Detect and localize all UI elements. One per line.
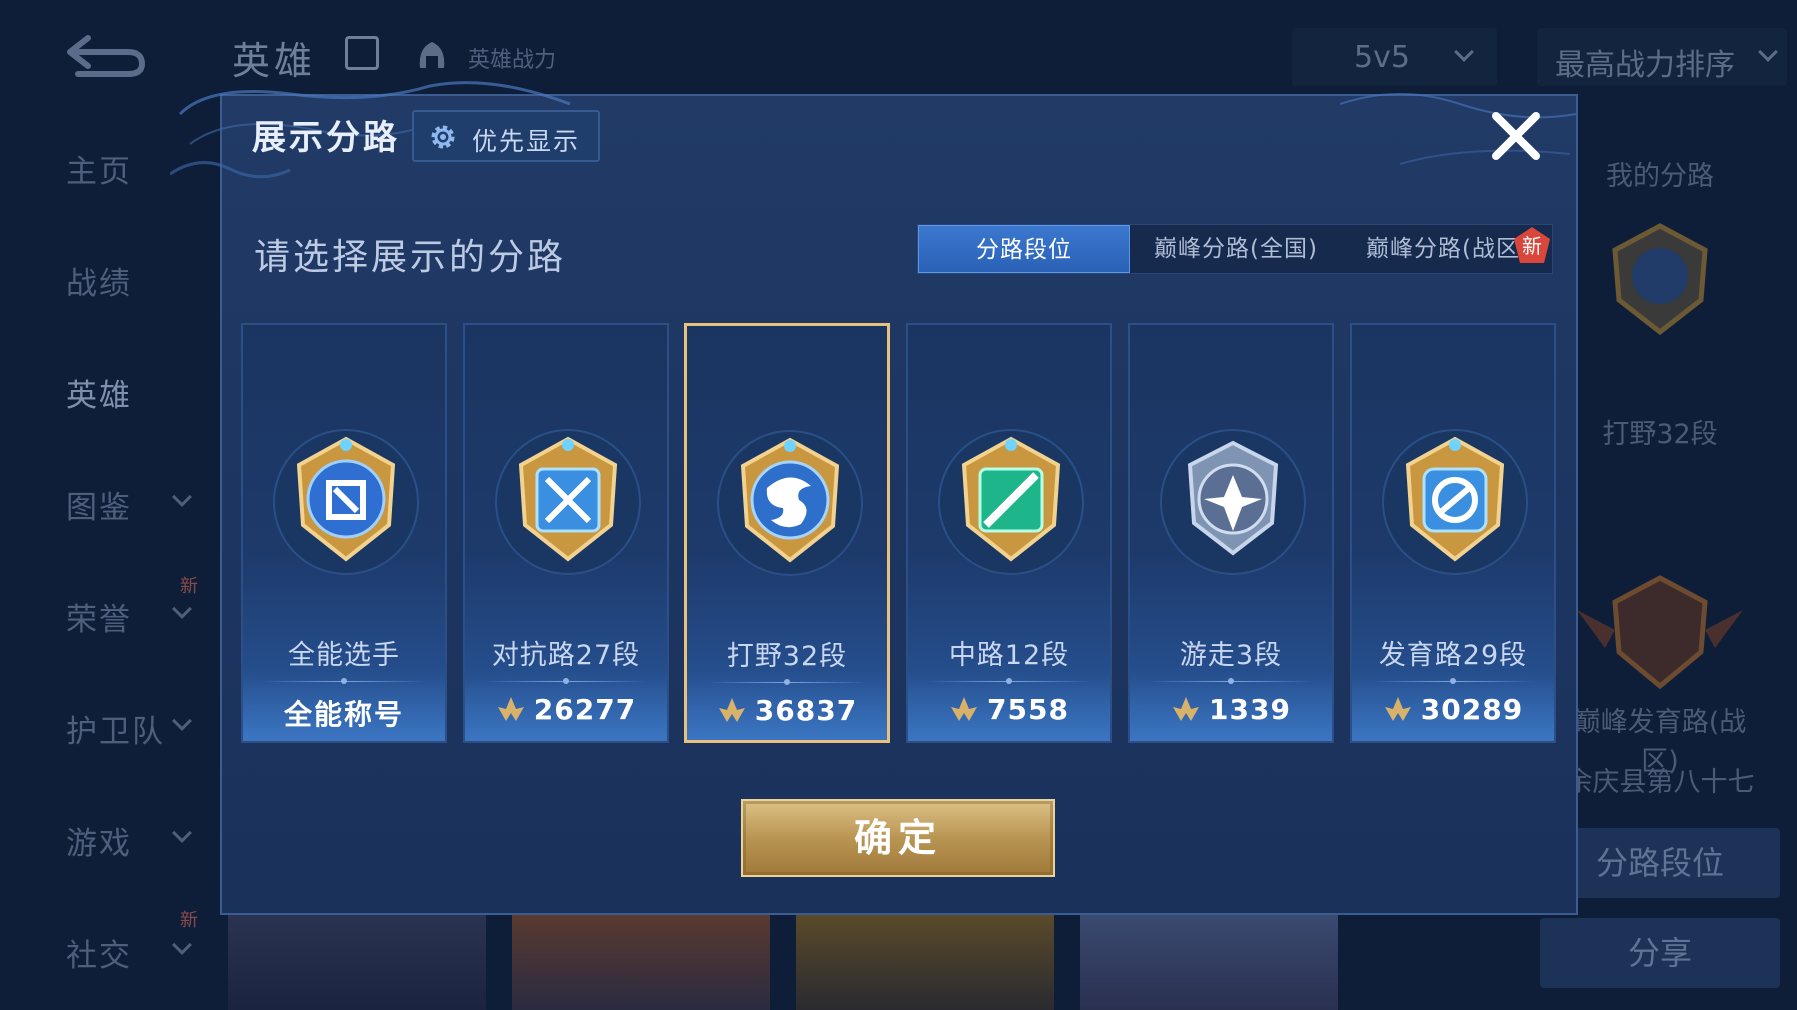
divider	[485, 678, 647, 684]
hero-portrait[interactable]	[512, 915, 770, 1010]
combat-power-icon	[718, 698, 745, 722]
new-badge: 新	[180, 910, 198, 931]
combat-power-icon	[951, 697, 978, 721]
combat-power-icon	[497, 697, 524, 721]
dialog-title: 展示分路	[252, 118, 400, 158]
lane-card-value: 7558	[987, 693, 1069, 726]
lane-card-name: 全能选手	[288, 640, 400, 671]
lane-card-name: 发育路29段	[1378, 640, 1528, 671]
new-badge-text: 新	[1522, 234, 1542, 258]
sidebar-item-label: 图鉴	[66, 490, 132, 526]
lane-card-farm[interactable]: 发育路29段 30289	[1350, 323, 1556, 743]
lane-card-clash[interactable]: 对抗路27段 26277	[463, 323, 669, 743]
lane-card-name: 中路12段	[948, 640, 1070, 671]
sidebar-item-label: 主页	[66, 154, 132, 190]
mode-select-value: 5v5	[1354, 40, 1410, 75]
tab-peak-national[interactable]: 巅峰分路(全国)	[1130, 225, 1342, 273]
sidebar-item-label: 战绩	[66, 266, 132, 302]
lane-card-score: 36837	[687, 694, 887, 727]
divider	[1150, 678, 1312, 684]
clash-lane-badge-icon	[495, 429, 641, 575]
priority-display-label: 优先显示	[472, 127, 581, 156]
sidebar-item-label: 英雄	[66, 378, 132, 414]
share-button[interactable]: 分享	[1540, 918, 1780, 988]
chevron-down-icon	[1454, 42, 1474, 62]
background-title: 英雄	[232, 39, 317, 83]
lane-card-value: 36837	[754, 694, 858, 727]
sort-select[interactable]: 最高战力排序	[1537, 28, 1787, 86]
mode-select[interactable]: 5v5	[1292, 28, 1497, 86]
close-icon[interactable]	[1488, 108, 1544, 164]
divider	[1372, 678, 1534, 684]
sidebar-item-heroes[interactable]: 英雄	[0, 362, 215, 422]
jungle-badge-icon	[717, 430, 863, 576]
lane-tabs: 分路段位 巅峰分路(全国) 巅峰分路(战区)	[917, 224, 1553, 274]
confirm-button[interactable]: 确定	[741, 799, 1055, 877]
chevron-down-icon	[172, 935, 192, 955]
list-icon[interactable]	[345, 36, 379, 70]
divider	[928, 678, 1090, 684]
sidebar-item-label: 护卫队	[66, 714, 165, 750]
roam-badge-icon	[1160, 429, 1306, 575]
lane-card-mid[interactable]: 中路12段 7558	[906, 323, 1112, 743]
lane-card-roam[interactable]: 游走3段 1339	[1128, 323, 1334, 743]
all-round-badge-icon	[273, 429, 419, 575]
sort-select-value: 最高战力排序	[1555, 48, 1735, 83]
sidebar-item-guard-team[interactable]: 护卫队	[0, 698, 215, 758]
chevron-down-icon	[1758, 42, 1778, 62]
combat-power-icon	[1173, 697, 1200, 721]
priority-display-button[interactable]: 优先显示	[412, 110, 600, 162]
divider	[707, 679, 867, 685]
new-badge-icon: 新	[1514, 227, 1550, 263]
lane-card-value: 1339	[1209, 693, 1291, 726]
lane-card-jungle[interactable]: 打野32段 36837	[684, 323, 890, 743]
my-lane-rank: 打野32段	[1602, 419, 1718, 450]
lane-card-value: 26277	[533, 693, 637, 726]
hero-power-label[interactable]: 英雄战力	[468, 42, 556, 74]
my-lane-heading: 我的分路	[1606, 161, 1714, 192]
lane-card-value: 全能称号	[283, 698, 404, 731]
chevron-down-icon	[172, 823, 192, 843]
chevron-down-icon	[172, 487, 192, 507]
hero-portrait[interactable]	[1080, 915, 1338, 1010]
combat-power-icon	[1384, 697, 1411, 721]
sidebar-item-records[interactable]: 战绩	[0, 250, 215, 310]
lane-card-score: 7558	[908, 693, 1110, 726]
peak-region: 余庆县第八十七	[1565, 767, 1755, 798]
jungle-badge-icon	[1612, 223, 1708, 336]
lane-card-score: 26277	[465, 693, 667, 726]
lane-card-score: 1339	[1130, 693, 1332, 726]
lane-card-all-round[interactable]: 全能选手 全能称号	[241, 323, 447, 743]
helmet-icon	[419, 42, 445, 68]
peak-badge-icon	[1577, 575, 1743, 690]
lane-card-name: 对抗路27段	[491, 640, 641, 671]
sidebar-item-label: 社交	[66, 938, 132, 974]
new-badge: 新	[180, 576, 198, 597]
sidebar-item-label: 游戏	[66, 826, 132, 862]
sidebar-item-games[interactable]: 游戏	[0, 810, 215, 870]
lane-card-name: 打野32段	[726, 641, 848, 672]
back-arrow-icon[interactable]	[58, 30, 148, 80]
sidebar-item-home[interactable]: 主页	[0, 138, 215, 198]
chevron-down-icon	[172, 711, 192, 731]
sidebar-item-label: 荣誉	[66, 602, 132, 638]
farm-lane-badge-icon	[1382, 429, 1528, 575]
lane-card-value: 30289	[1420, 693, 1524, 726]
hero-portrait[interactable]	[228, 915, 486, 1010]
gear-icon	[431, 125, 455, 149]
chevron-down-icon	[172, 599, 192, 619]
dialog-subtitle: 请选择展示的分路	[254, 237, 567, 278]
lane-card-name: 游走3段	[1179, 640, 1283, 671]
sidebar-item-codex[interactable]: 图鉴	[0, 474, 215, 534]
divider	[263, 678, 425, 684]
hero-portrait[interactable]	[796, 915, 1054, 1010]
lane-card-score: 30289	[1352, 693, 1554, 726]
mid-lane-badge-icon	[938, 429, 1084, 575]
tab-lane-rank[interactable]: 分路段位	[918, 225, 1130, 273]
